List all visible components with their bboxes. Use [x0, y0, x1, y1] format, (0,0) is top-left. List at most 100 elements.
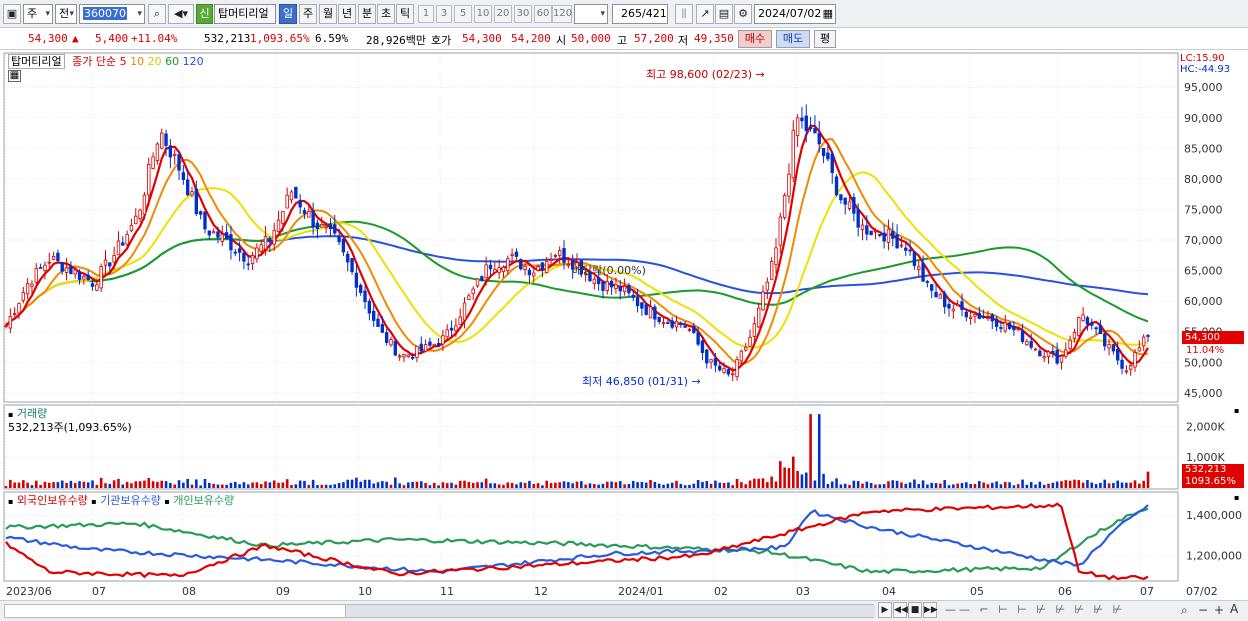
interval-30-button[interactable]: 30 [514, 5, 532, 23]
sound-icon[interactable]: ◀▾ [168, 4, 194, 24]
volume-bar [926, 484, 929, 488]
legend-institution[interactable]: 기관보유수량 [100, 494, 161, 507]
sell-button[interactable]: 매도 [776, 30, 810, 48]
buy-button[interactable]: 매수 [738, 30, 772, 48]
candle-body [1077, 317, 1081, 336]
candle-body [735, 358, 739, 378]
candle-body [1107, 344, 1111, 349]
candle-icon[interactable]: ⫼ [675, 4, 693, 24]
candle-body [752, 323, 757, 337]
tab-period-year[interactable]: 년 [338, 4, 356, 24]
candle-body [315, 222, 320, 229]
candle-body [333, 224, 337, 234]
count-field[interactable]: 265/421 [612, 4, 668, 24]
draw-tool-icon[interactable]: ↗ [696, 4, 714, 24]
tab-period-tick[interactable]: 틱 [396, 4, 414, 24]
candle-body [852, 197, 856, 214]
period-select[interactable]: 주 [23, 4, 53, 24]
price-legend: 탑머티리얼 종가 단순 5 10 20 60 120 [8, 53, 204, 69]
calendar-icon[interactable]: ▦ [823, 5, 833, 23]
tab-period-minute[interactable]: 분 [358, 4, 376, 24]
volume-bar [117, 478, 120, 488]
candle-body [765, 281, 770, 291]
candle-body [30, 283, 34, 287]
tab-period-month[interactable]: 월 [319, 4, 337, 24]
legend-stock-name[interactable]: 탑머티리얼 [8, 54, 65, 69]
interval-1-button[interactable]: 1 [418, 5, 434, 23]
interval-3-button[interactable]: 3 [436, 5, 452, 23]
trade-amount: 28,926백만 [366, 34, 426, 47]
interval-10-button[interactable]: 10 [474, 5, 492, 23]
panel-menu-icon[interactable]: ▪ [1234, 406, 1239, 415]
volume-bar [939, 483, 942, 488]
candle-body [354, 272, 359, 288]
candle-body [371, 310, 376, 321]
volume-bar [489, 483, 492, 488]
stock-code-input[interactable]: 360070 [79, 4, 145, 24]
candle-body [1094, 327, 1098, 330]
volume-bar [1120, 482, 1124, 488]
candle-body [1051, 350, 1055, 353]
chart-area[interactable]: 95,000 90,000 85,000 80,000 75,000 70,000 65,0… [0, 50, 1248, 621]
candle-body [917, 266, 921, 270]
chart-scrollbar[interactable]: ▶ ◀◀ ■ ▶▶ —— ⌐ ⊢ ⊢ ⊬ ⊬ ⊬ ⊬ ⊬ ⌕ − + A [0, 600, 1248, 621]
credit-badge[interactable]: 신 [196, 4, 213, 24]
candle-body [657, 316, 661, 323]
gear-icon[interactable]: ⚙ [734, 4, 752, 24]
interval-20-button[interactable]: 20 [494, 5, 512, 23]
legend-ma-label[interactable]: 종가 단순 [72, 55, 116, 68]
candle-body [869, 230, 873, 236]
fast-forward-icon[interactable]: ▶▶ [923, 602, 938, 618]
interval-120-button[interactable]: 120 [552, 5, 572, 23]
volume-bar [407, 482, 410, 488]
volume-bar [177, 480, 181, 488]
grid-toggle-icon[interactable]: ▦ [8, 70, 21, 82]
volume-bar [683, 485, 687, 488]
volume-bar [718, 482, 722, 488]
candle-body [553, 255, 558, 257]
save-icon[interactable]: ▤ [715, 4, 733, 24]
chart-canvas[interactable]: 95,000 90,000 85,000 80,000 75,000 70,000 65,0… [0, 50, 1248, 601]
date-input[interactable]: 2024/07/02 ▦ [754, 4, 836, 24]
volume-bar [986, 484, 990, 488]
search-icon[interactable]: ⌕ [148, 4, 166, 24]
window-icon[interactable]: ▣ [3, 4, 21, 24]
x-tick-label: 06 [1058, 585, 1072, 598]
x-tick-label: 04 [882, 585, 896, 598]
legend-individual[interactable]: 개인보유수량 [173, 494, 234, 507]
volume-panel-frame [3, 404, 1179, 490]
legend-foreign[interactable]: 외국인보유수량 [17, 494, 88, 507]
period-select-value: 주 [27, 7, 38, 20]
volume-bar [865, 481, 869, 488]
interval-60-button[interactable]: 60 [534, 5, 552, 23]
legend-ma120: 120 [182, 55, 204, 68]
rewind-icon[interactable]: ◀◀ [893, 602, 908, 618]
scroll-right-icon[interactable]: ▶ [878, 602, 892, 618]
volume-bar [415, 481, 419, 488]
volume-bar [259, 484, 263, 488]
volume-bar [78, 481, 81, 488]
volume-bar [917, 484, 921, 488]
candle-body [497, 267, 501, 273]
panel-menu-icon[interactable]: ▪ [1234, 493, 1239, 502]
scroll-thumb[interactable] [345, 605, 875, 617]
zoom-in-icon[interactable]: + [1214, 603, 1224, 617]
zoom-out-icon[interactable]: − [1198, 603, 1208, 617]
market-select[interactable]: 전 [55, 4, 77, 24]
volume-bar [774, 481, 778, 488]
volume-bar [502, 484, 505, 488]
tab-period-second[interactable]: 초 [377, 4, 395, 24]
stop-icon[interactable]: ■ [908, 602, 922, 618]
evaluate-button[interactable]: 평 [814, 30, 836, 48]
tab-period-week[interactable]: 주 [299, 4, 317, 24]
tab-period-day[interactable]: 일 [279, 4, 297, 24]
volume-bar [947, 485, 951, 488]
zoom-icon[interactable]: ⌕ [1181, 603, 1188, 618]
candle-body [968, 316, 973, 319]
drawing-tools-icon[interactable]: —— ⌐ ⊢ ⊢ ⊬ ⊬ ⊬ ⊬ ⊬ [945, 603, 1185, 619]
candle-body [532, 272, 536, 277]
interval-5-button[interactable]: 5 [454, 5, 472, 23]
font-size-icon[interactable]: A [1230, 602, 1238, 616]
interval-custom-select[interactable] [574, 4, 608, 24]
scroll-track[interactable] [4, 604, 875, 618]
